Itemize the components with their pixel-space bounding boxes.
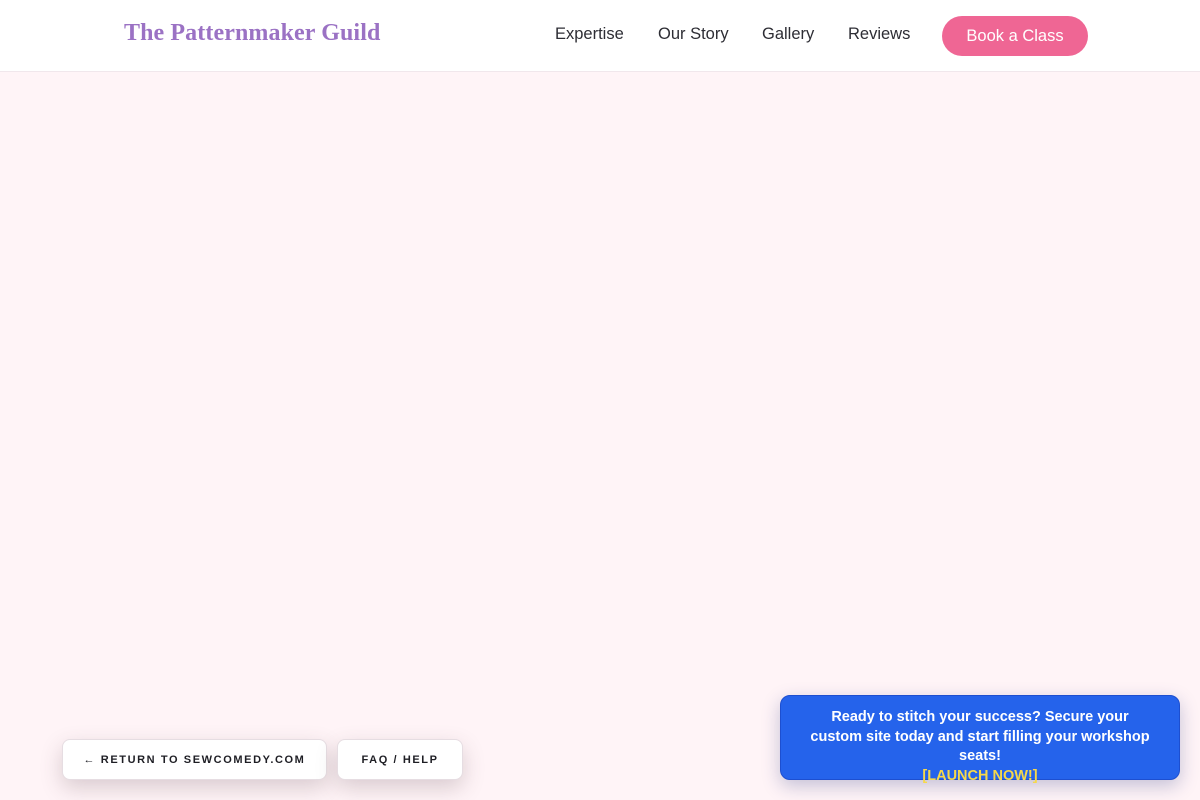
site-logo[interactable]: The Patternmaker Guild bbox=[124, 20, 380, 47]
promo-banner[interactable]: Ready to stitch your success? Secure you… bbox=[780, 695, 1180, 784]
launch-now-link[interactable]: [LAUNCH NOW!] bbox=[805, 767, 1155, 787]
faq-help-button[interactable]: FAQ / HELP bbox=[337, 739, 463, 780]
nav-link-our-story[interactable]: Our Story bbox=[658, 25, 729, 44]
promo-message: Ready to stitch your success? Secure you… bbox=[810, 709, 1150, 764]
nav-link-reviews[interactable]: Reviews bbox=[848, 25, 910, 44]
return-to-site-button[interactable]: ← RETURN TO SEWCOMEDY.COM bbox=[62, 739, 327, 780]
nav-link-expertise[interactable]: Expertise bbox=[555, 25, 624, 44]
site-header: The Patternmaker Guild Expertise Our Sto… bbox=[0, 0, 1200, 72]
nav-link-gallery[interactable]: Gallery bbox=[762, 25, 814, 44]
book-a-class-button[interactable]: Book a Class bbox=[942, 16, 1088, 56]
